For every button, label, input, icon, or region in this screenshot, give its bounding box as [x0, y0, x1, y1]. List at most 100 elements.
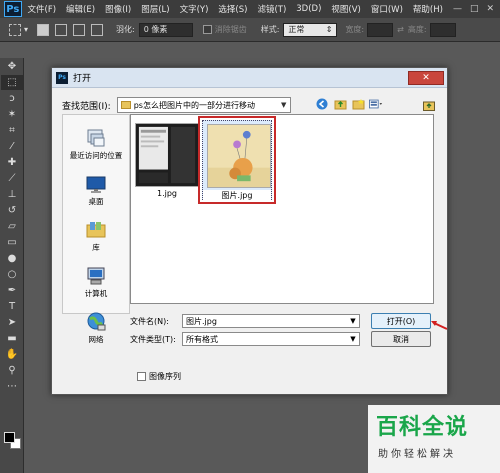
menu-select[interactable]: 选择(S) [218, 3, 247, 15]
height-label: 高度: [407, 25, 427, 34]
preview-folder-icon[interactable] [422, 98, 436, 112]
gradient-icon[interactable]: ▭ [1, 235, 23, 250]
places-bar: 最近访问的位置 桌面 库 计算机 网络 [62, 114, 130, 344]
pen-icon[interactable]: ✒ [1, 283, 23, 298]
dialog-title: 打开 [73, 74, 92, 84]
place-desktop[interactable]: 桌面 [63, 165, 129, 207]
file-name: 图片.jpg [203, 190, 271, 201]
chevron-down-icon: ▼ [350, 335, 356, 343]
image-sequence-checkbox[interactable] [137, 372, 146, 381]
shape-icon[interactable]: ▬ [1, 331, 23, 346]
watermark-subtitle: 助你轻松解决 [378, 449, 456, 460]
library-icon [86, 222, 106, 238]
chevron-down-icon: ⇕ [325, 25, 333, 34]
lasso-icon[interactable]: ↄ [1, 91, 23, 106]
lookin-value: ps怎么把图片中的一部分进行移动 [133, 100, 255, 110]
watermark-title: 百科全说 [376, 415, 469, 440]
watermark: 百科全说 助你轻松解决 [368, 405, 500, 473]
width-input[interactable] [367, 22, 394, 37]
up-folder-icon[interactable] [333, 97, 347, 111]
blur-icon[interactable]: ● [1, 251, 23, 266]
menu-filter[interactable]: 滤镜(T) [257, 3, 286, 15]
place-label: 网络 [88, 335, 104, 344]
lookin-label: 查找范围(I): [62, 101, 111, 112]
open-button[interactable]: 打开(O) [371, 313, 431, 329]
eraser-icon[interactable]: ▱ [1, 219, 23, 234]
filetype-label: 文件类型(T): [130, 334, 176, 344]
filename-input[interactable]: 图片.jpg ▼ [182, 314, 360, 328]
desktop-icon [86, 176, 106, 193]
menu-window[interactable]: 窗口(W) [371, 3, 403, 15]
view-menu-icon[interactable] [369, 97, 383, 111]
menu-view[interactable]: 视图(V) [331, 3, 360, 15]
place-label: 计算机 [84, 289, 108, 298]
back-icon[interactable] [315, 97, 329, 111]
new-folder-icon[interactable] [351, 97, 365, 111]
file-thumbnail [207, 124, 271, 188]
subtract-selection-icon[interactable] [73, 23, 86, 36]
style-select[interactable]: 正常 ⇕ [283, 22, 338, 37]
move-icon[interactable]: ✥ [1, 59, 23, 74]
recent-places-icon [87, 129, 105, 147]
selected-file-highlight: 图片.jpg [198, 116, 276, 204]
chevron-down-icon: ▼ [350, 317, 356, 325]
intersect-selection-icon[interactable] [91, 23, 104, 36]
height-input[interactable] [429, 22, 456, 37]
style-value: 正常 [288, 25, 305, 34]
filename-row: 文件名(N): 图片.jpg ▼ [130, 314, 360, 328]
filetype-value: 所有格式 [186, 334, 218, 344]
stamp-icon[interactable]: ⊥ [1, 187, 23, 202]
antialias-label: 消除锯齿 [214, 25, 247, 34]
path-select-icon[interactable]: ➤ [1, 315, 23, 330]
menu-type[interactable]: 文字(Y) [180, 3, 209, 15]
width-label: 宽度: [345, 25, 365, 34]
file-item-selected[interactable]: 图片.jpg [202, 120, 272, 201]
magic-wand-icon[interactable]: ✶ [1, 107, 23, 122]
crop-icon[interactable]: ⌗ [1, 123, 23, 138]
lookin-combo[interactable]: ps怎么把图片中的一部分进行移动 ▼ [116, 97, 291, 113]
new-selection-icon[interactable] [37, 23, 50, 36]
healing-icon[interactable]: ✚ [1, 155, 23, 170]
menu-edit[interactable]: 编辑(E) [66, 3, 95, 15]
place-computer[interactable]: 计算机 [63, 257, 129, 299]
brush-icon[interactable]: ⟋ [1, 171, 23, 186]
marquee-icon[interactable]: ⬚ [1, 75, 23, 90]
place-library[interactable]: 库 [63, 211, 129, 253]
eyedropper-icon[interactable]: ⁄ [1, 139, 23, 154]
hand-icon[interactable]: ✋ [1, 347, 23, 362]
filetype-select[interactable]: 所有格式 ▼ [182, 332, 360, 346]
minimize-button[interactable]: — [453, 4, 462, 14]
type-icon[interactable]: T [1, 299, 23, 314]
feather-input[interactable]: 0 像素 [138, 22, 193, 37]
window-controls: — □ ✕ [453, 4, 494, 14]
dodge-icon[interactable]: ○ [1, 267, 23, 282]
place-recent[interactable]: 最近访问的位置 [63, 119, 129, 161]
foreground-color-swatch[interactable] [4, 432, 15, 443]
file-item[interactable]: 1.jpg [135, 123, 199, 201]
marquee-preset-icon[interactable] [9, 23, 21, 36]
antialias-checkbox[interactable] [202, 25, 212, 34]
network-icon [87, 312, 106, 331]
maximize-button[interactable]: □ [470, 4, 479, 14]
dropdown-arrow-icon[interactable]: ▾ [24, 25, 28, 34]
menu-layer[interactable]: 图层(L) [141, 3, 169, 15]
place-network[interactable]: 网络 [63, 303, 129, 345]
menu-help[interactable]: 帮助(H) [413, 3, 443, 15]
image-sequence-label: 图像序列 [149, 372, 181, 381]
file-list: 1.jpg 图片.jpg [130, 114, 434, 304]
swap-icon[interactable]: ⇄ [397, 25, 404, 34]
add-selection-icon[interactable] [55, 23, 68, 36]
lookin-row: 查找范围(I): ps怎么把图片中的一部分进行移动 ▼ [62, 97, 291, 113]
dialog-close-button[interactable]: ✕ [408, 70, 444, 85]
filename-value: 图片.jpg [186, 316, 217, 326]
history-brush-icon[interactable]: ↺ [1, 203, 23, 218]
menu-3d[interactable]: 3D(D) [296, 4, 321, 14]
more-tools-icon[interactable]: ⋯ [1, 379, 23, 394]
cancel-button[interactable]: 取消 [371, 331, 431, 347]
close-app-button[interactable]: ✕ [486, 4, 494, 14]
filename-label: 文件名(N): [130, 316, 169, 326]
menu-file[interactable]: 文件(F) [28, 3, 57, 15]
zoom-icon[interactable]: ⚲ [1, 363, 23, 378]
folder-icon [120, 101, 131, 109]
menu-image[interactable]: 图像(I) [105, 3, 131, 15]
